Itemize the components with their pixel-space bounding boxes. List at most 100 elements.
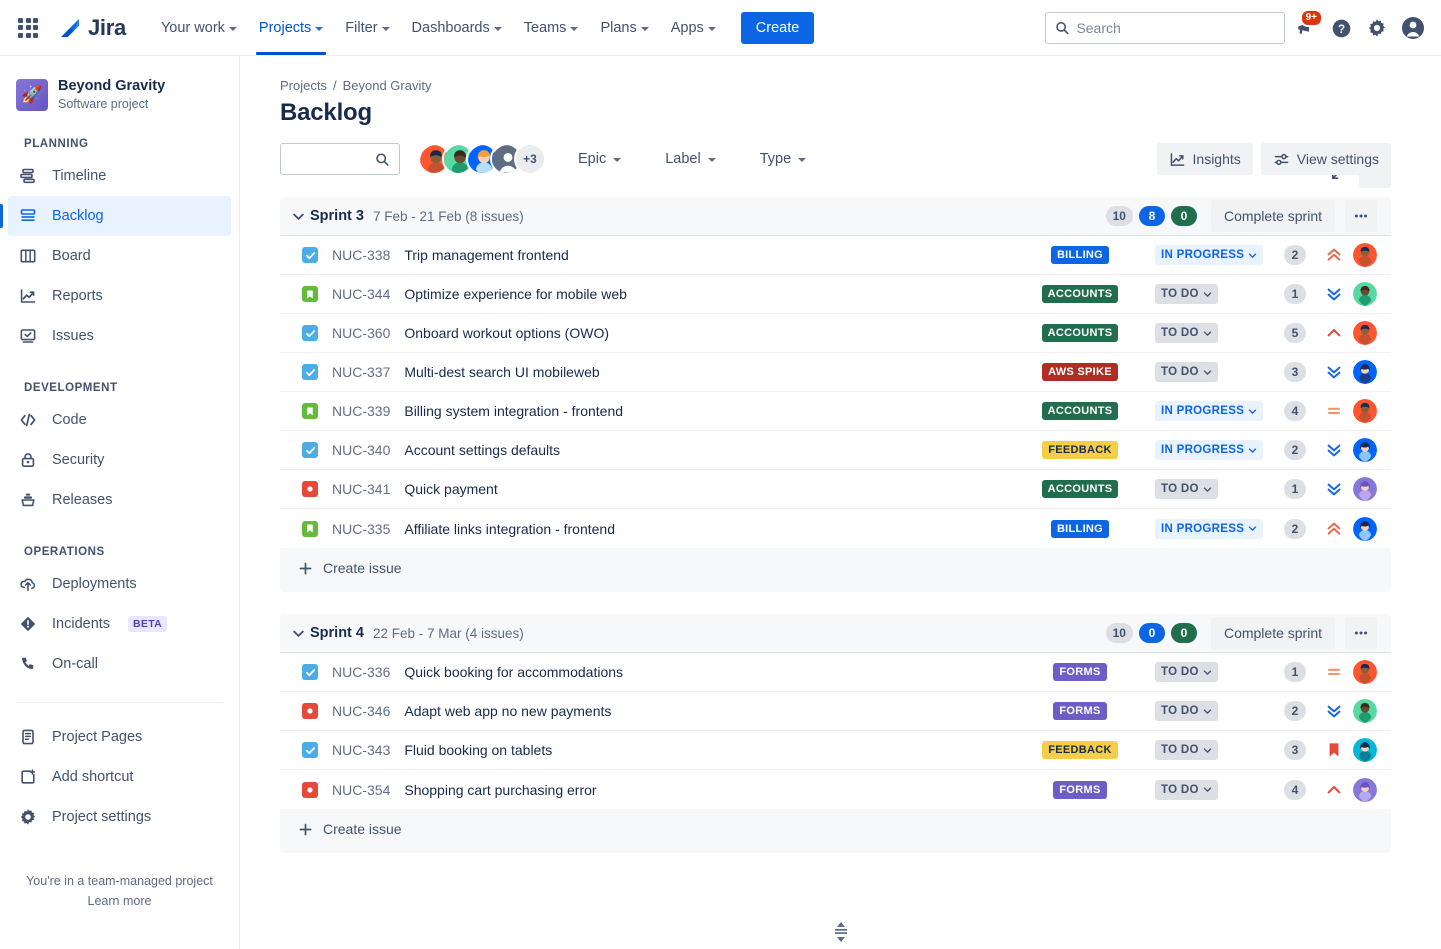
backlog-search[interactable] [280,143,400,175]
assignee-avatar[interactable] [1353,738,1377,762]
assignee-avatar[interactable] [1353,517,1377,541]
priority-icon[interactable] [1325,520,1343,538]
table-row[interactable]: NUC-338Trip management frontendBILLINGIN… [280,236,1391,275]
resize-handle[interactable] [240,921,1441,943]
priority-icon[interactable] [1325,402,1343,420]
table-row[interactable]: NUC-343 Fluid booking on tablets FEEDBACK T… [280,731,1391,770]
assignee-avatar[interactable] [1353,438,1377,462]
story-points[interactable]: 2 [1284,245,1306,265]
priority-icon[interactable] [1325,702,1343,720]
issue-key[interactable]: NUC-343 [332,742,390,758]
issue-key[interactable]: NUC-354 [332,782,390,798]
issue-key[interactable]: NUC-341 [332,481,390,497]
status-badge[interactable]: IN PROGRESS [1155,401,1263,421]
issue-key[interactable]: NUC-335 [332,521,390,537]
priority-icon[interactable] [1325,663,1343,681]
global-search[interactable] [1045,12,1285,44]
priority-icon[interactable] [1325,441,1343,459]
sidebar-item-on-call[interactable]: On-call [8,644,231,684]
nav-dashboards[interactable]: Dashboards [401,0,513,55]
settings-button[interactable] [1361,12,1393,44]
epic-tag[interactable]: FORMS [1053,702,1106,720]
nav-your-work[interactable]: Your work [150,0,248,55]
status-badge[interactable]: IN PROGRESS [1155,440,1263,460]
issue-key[interactable]: NUC-346 [332,703,390,719]
nav-teams[interactable]: Teams [513,0,590,55]
story-points[interactable]: 1 [1284,284,1306,304]
filter-label[interactable]: Label [653,143,727,175]
table-row[interactable]: NUC-340Account settings defaultsFEEDBACK… [280,431,1391,470]
issue-key[interactable]: NUC-344 [332,286,390,302]
issue-key[interactable]: NUC-360 [332,325,390,341]
status-badge[interactable]: TO DO [1155,479,1218,499]
story-points[interactable]: 3 [1284,362,1306,382]
status-badge[interactable]: TO DO [1155,740,1218,760]
story-points[interactable]: 1 [1284,479,1306,499]
status-badge[interactable]: TO DO [1155,362,1218,382]
breadcrumb-projects[interactable]: Projects [280,78,327,93]
breadcrumb-project[interactable]: Beyond Gravity [343,78,432,93]
filter-epic[interactable]: Epic [566,143,633,175]
issue-key[interactable]: NUC-339 [332,403,390,419]
issue-summary[interactable]: Quick payment [404,481,497,497]
sidebar-item-deployments[interactable]: Deployments [8,564,231,604]
table-row[interactable]: NUC-336Quick booking for accommodationsF… [280,653,1391,692]
epic-tag[interactable]: ACCOUNTS [1042,324,1119,342]
assignee-avatar[interactable] [1353,360,1377,384]
priority-icon[interactable] [1325,363,1343,381]
count-in-progress[interactable]: 8 [1139,206,1165,226]
assignee-avatar[interactable] [1353,660,1377,684]
issue-summary[interactable]: Onboard workout options (OWO) [404,325,609,341]
sidebar-item-backlog[interactable]: Backlog [8,196,231,236]
epic-tag[interactable]: BILLING [1051,520,1109,538]
issue-summary[interactable]: Fluid booking on tablets [404,742,552,758]
issue-key[interactable]: NUC-337 [332,364,390,380]
priority-icon[interactable] [1325,741,1343,759]
status-badge[interactable]: IN PROGRESS [1155,519,1263,539]
issue-summary[interactable]: Billing system integration - frontend [404,403,623,419]
sidebar-item-project-settings[interactable]: Project settings [8,797,231,837]
count-done[interactable]: 0 [1171,623,1197,643]
issue-summary[interactable]: Multi-dest search UI mobileweb [404,364,599,380]
complete-sprint-button[interactable]: Complete sprint [1211,617,1335,649]
sprint-more-actions-button[interactable] [1345,200,1377,232]
nav-filter[interactable]: Filter [334,0,400,55]
assignee-avatar[interactable] [1353,282,1377,306]
app-switcher-icon[interactable] [12,12,44,44]
priority-icon[interactable] [1325,480,1343,498]
profile-avatar[interactable] [1397,12,1429,44]
sidebar-item-project-pages[interactable]: Project Pages [8,717,231,757]
issue-summary[interactable]: Trip management frontend [404,247,568,263]
epic-tag[interactable]: FORMS [1053,663,1106,681]
priority-icon[interactable] [1325,285,1343,303]
priority-icon[interactable] [1325,781,1343,799]
epic-tag[interactable]: FEEDBACK [1042,741,1118,759]
sidebar-item-add-shortcut[interactable]: Add shortcut [8,757,231,797]
story-points[interactable]: 3 [1284,740,1306,760]
status-badge[interactable]: TO DO [1155,701,1218,721]
sidebar-item-issues[interactable]: Issues [8,316,231,356]
epic-tag[interactable]: ACCOUNTS [1042,285,1119,303]
table-row[interactable]: NUC-354Shopping cart purchasing errorFOR… [280,770,1391,809]
collapse-sprint-icon[interactable] [288,627,308,640]
jira-logo[interactable]: Jira [58,15,126,41]
sidebar-item-security[interactable]: Security [8,440,231,480]
story-points[interactable]: 2 [1284,440,1306,460]
status-badge[interactable]: TO DO [1155,284,1218,304]
story-points[interactable]: 1 [1284,662,1306,682]
complete-sprint-button[interactable]: Complete sprint [1211,200,1335,232]
sidebar-item-releases[interactable]: Releases [8,480,231,520]
collapse-sprint-icon[interactable] [288,210,308,223]
story-points[interactable]: 2 [1284,701,1306,721]
assignee-avatar[interactable] [1353,321,1377,345]
nav-apps[interactable]: Apps [660,0,727,55]
learn-more-link[interactable]: Learn more [20,891,219,911]
status-badge[interactable]: TO DO [1155,780,1218,800]
sidebar-item-timeline[interactable]: Timeline [8,156,231,196]
status-badge[interactable]: TO DO [1155,662,1218,682]
story-points[interactable]: 2 [1284,519,1306,539]
assignee-avatar[interactable] [1353,477,1377,501]
table-row[interactable]: NUC-335Affiliate links integration - fro… [280,509,1391,548]
status-badge[interactable]: TO DO [1155,323,1218,343]
epic-tag[interactable]: FORMS [1053,781,1106,799]
